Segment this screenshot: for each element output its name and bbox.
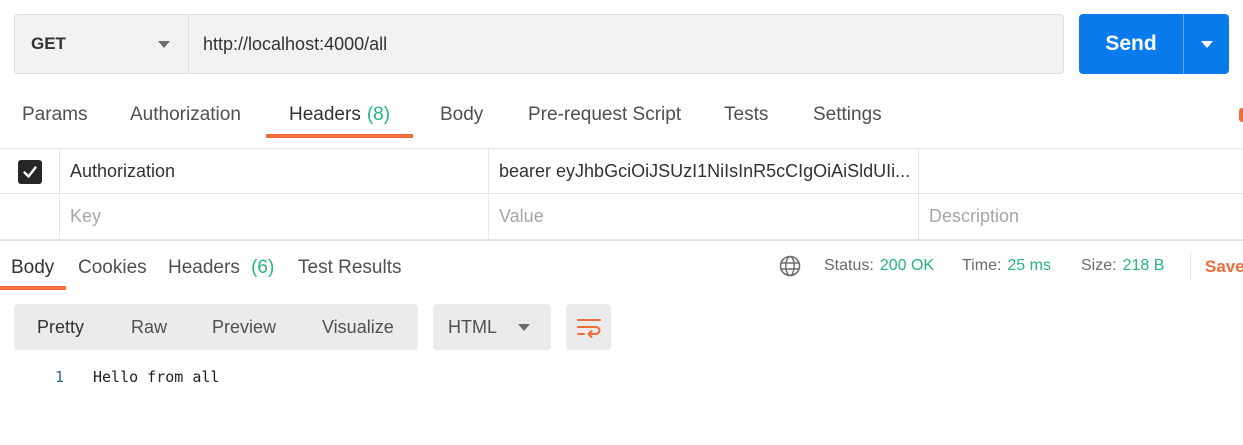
tab-label: Params	[22, 104, 88, 125]
size-value: 218 B	[1122, 257, 1165, 274]
header-value: bearer eyJhbGciOiJSUzI1NiIsInR5cCIgOiAiS…	[499, 161, 911, 181]
header-value-cell[interactable]: bearer eyJhbGciOiJSUzI1NiIsInR5cCIgOiAiS…	[489, 149, 919, 194]
response-tab-body[interactable]: Body	[11, 257, 54, 279]
size-label: Size:	[1081, 257, 1117, 274]
tab-pre-request-script[interactable]: Pre-request Script	[528, 96, 681, 136]
method-label: GET	[31, 34, 66, 53]
tab-count: (6)	[251, 257, 275, 278]
line-number: 1	[54, 368, 64, 386]
response-tab-test-results[interactable]: Test Results	[298, 257, 401, 279]
time-value: 25 ms	[1007, 257, 1051, 274]
language-select[interactable]: HTML	[433, 304, 551, 350]
tab-label: Settings	[813, 104, 882, 125]
new-description-input[interactable]: Description	[919, 194, 1243, 239]
header-description-cell[interactable]	[919, 149, 1243, 194]
tab-label: Headers	[289, 104, 361, 125]
table-row: Authorization bearer eyJhbGciOiJSUzI1NiI…	[0, 148, 1243, 194]
key-placeholder: Key	[70, 206, 102, 226]
size-meta[interactable]: Size: 218 B	[1081, 257, 1164, 275]
cookies-link-edge[interactable]	[1239, 108, 1243, 122]
format-mode-group: Pretty Raw Preview Visualize	[14, 304, 418, 350]
row-checkbox-cell	[0, 194, 60, 239]
row-checkbox[interactable]	[17, 159, 42, 184]
tab-params[interactable]: Params	[22, 96, 87, 136]
tab-body[interactable]: Body	[440, 96, 483, 136]
mode-raw-button[interactable]: Raw	[131, 304, 167, 350]
tab-authorization[interactable]: Authorization	[130, 96, 241, 136]
new-key-input[interactable]: Key	[60, 194, 489, 239]
method-select[interactable]: GET	[14, 14, 188, 74]
request-tabs: Params Authorization Headers (8) Body Pr…	[0, 96, 1243, 138]
response-tab-cookies[interactable]: Cookies	[78, 257, 147, 279]
line-text[interactable]: Hello from all	[93, 368, 219, 386]
tab-label: Body	[11, 257, 55, 278]
tab-tests[interactable]: Tests	[724, 96, 768, 136]
chevron-down-icon	[158, 41, 170, 48]
send-options-button[interactable]	[1184, 14, 1229, 74]
tab-settings[interactable]: Settings	[813, 96, 882, 136]
response-body-line: 1 Hello from all	[0, 366, 1243, 390]
row-checkbox-cell	[0, 149, 60, 194]
meta-divider	[1190, 253, 1191, 281]
new-value-input[interactable]: Value	[489, 194, 919, 239]
tab-headers[interactable]: Headers (8)	[265, 96, 414, 138]
language-label: HTML	[448, 316, 497, 337]
time-label: Time:	[962, 257, 1002, 274]
header-key: Authorization	[70, 161, 176, 181]
wrap-lines-icon	[576, 319, 601, 338]
url-text: http://localhost:4000/all	[203, 33, 388, 54]
tab-label: Body	[440, 104, 484, 125]
tab-label: Cookies	[78, 257, 147, 278]
tab-count: (8)	[366, 104, 391, 125]
time-meta[interactable]: Time: 25 ms	[962, 257, 1051, 275]
wrap-lines-button[interactable]	[566, 304, 611, 350]
tab-label: Test Results	[298, 257, 402, 278]
tab-label: Authorization	[130, 104, 241, 125]
table-row-new: Key Value Description	[0, 194, 1243, 240]
value-placeholder: Value	[499, 206, 544, 226]
send-button-group: Send	[1079, 14, 1229, 74]
headers-table: Authorization bearer eyJhbGciOiJSUzI1NiI…	[0, 148, 1243, 240]
mode-pretty-button[interactable]: Pretty	[37, 304, 84, 350]
response-tab-headers[interactable]: Headers (6)	[168, 257, 274, 279]
chevron-down-icon	[1200, 40, 1213, 48]
response-bar: Body Cookies Headers (6) Test Results St…	[0, 240, 1243, 290]
url-input[interactable]: http://localhost:4000/all	[188, 14, 1064, 74]
tab-label: Pre-request Script	[528, 104, 682, 125]
description-placeholder: Description	[929, 206, 1020, 226]
status-meta[interactable]: Status: 200 OK	[824, 257, 934, 275]
mode-visualize-button[interactable]: Visualize	[322, 304, 394, 350]
status-value: 200 OK	[879, 257, 935, 274]
send-button[interactable]: Send	[1079, 14, 1183, 74]
status-label: Status:	[824, 257, 874, 274]
save-response-button[interactable]: Save	[1205, 257, 1243, 277]
globe-icon[interactable]	[778, 254, 802, 278]
tab-label: Tests	[724, 104, 769, 125]
check-icon	[22, 165, 37, 178]
chevron-down-icon	[518, 324, 530, 331]
tab-label: Headers	[168, 257, 240, 278]
active-tab-indicator	[0, 286, 66, 290]
mode-preview-button[interactable]: Preview	[212, 304, 276, 350]
header-key-cell[interactable]: Authorization	[60, 149, 489, 194]
